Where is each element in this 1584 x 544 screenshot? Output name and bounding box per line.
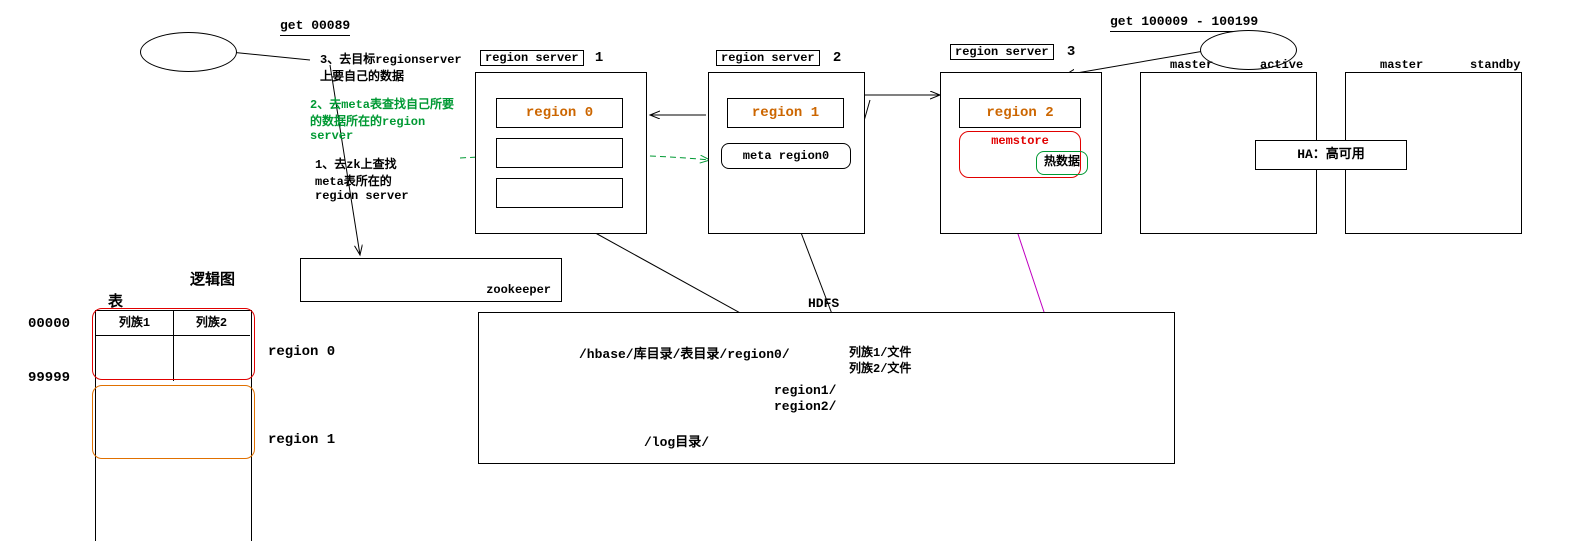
rs2-region1-label: region 1 — [752, 105, 819, 121]
hdfs-log: /log目录/ — [644, 431, 709, 450]
region-server-1: region server 1 — [480, 50, 603, 66]
region-server-3: region server 3 — [950, 44, 1075, 60]
zookeeper-box: zookeeper — [300, 258, 562, 302]
rs2-label: region server — [716, 50, 820, 66]
rs1-box: region 0 — [475, 72, 647, 234]
rs3-label: region server — [950, 44, 1054, 60]
rs2-region1: region 1 — [727, 98, 844, 128]
ha-label: HA：高可用 — [1255, 140, 1407, 170]
query-2: get 100009 - 100199 — [1110, 14, 1258, 32]
rs3-region2: region 2 — [959, 98, 1081, 128]
rs2-box: region 1 meta region0 — [708, 72, 865, 234]
region-server-2: region server 2 — [716, 50, 841, 66]
hdfs-box: /hbase/库目录/表目录/region0/ 列族1/文件 列族2/文件 re… — [478, 312, 1175, 464]
rowkey-end: 99999 — [28, 370, 70, 386]
hdfs-cf2: 列族2/文件 — [849, 359, 911, 376]
master2-label: master — [1380, 58, 1423, 72]
hdfs-r2: region2/ — [774, 399, 836, 414]
step-1-text: 1、去zk上查找 meta表所在的 region server — [315, 155, 455, 203]
master2-standby: standby — [1470, 58, 1520, 72]
rs1-region0-label: region 0 — [526, 105, 593, 121]
logical-region1-label: region 1 — [268, 432, 335, 448]
logical-region0-label: region 0 — [268, 344, 335, 360]
hotdata-box: 热数据 — [1036, 151, 1088, 175]
hdfs-r1: region1/ — [774, 383, 836, 398]
hdfs-path: /hbase/库目录/表目录/region0/ — [579, 343, 790, 362]
master1-label: master — [1170, 58, 1213, 72]
rs1-label: region server — [480, 50, 584, 66]
rs1-region0: region 0 — [496, 98, 623, 128]
rs1-num: 1 — [595, 50, 603, 66]
rs3-region2-label: region 2 — [986, 105, 1053, 121]
rs2-num: 2 — [833, 50, 841, 66]
query-1: get 00089 — [280, 18, 350, 36]
step-2-text: 2、去meta表查找自己所要 的数据所在的region server — [310, 95, 480, 143]
logical-region1-box — [92, 385, 255, 459]
logical-title: 逻辑图 — [190, 268, 235, 289]
logical-region0-box — [92, 308, 255, 380]
rs3-box: region 2 memstore 热数据 — [940, 72, 1102, 234]
zookeeper-label: zookeeper — [486, 283, 551, 297]
master1-active: active — [1260, 58, 1303, 72]
rs3-num: 3 — [1067, 44, 1075, 60]
hdfs-title: HDFS — [808, 296, 839, 311]
hdfs-cf1: 列族1/文件 — [849, 343, 911, 360]
memstore-label: memstore — [960, 134, 1080, 148]
client-ellipse-1 — [140, 32, 237, 72]
rs1-slot3 — [496, 178, 623, 208]
diagram-canvas: get 00089 get 100009 - 100199 3、去目标regio… — [0, 0, 1584, 544]
step-3-text: 3、去目标regionserver 上要自己的数据 — [320, 50, 480, 84]
rowkey-start: 00000 — [28, 316, 70, 332]
rs2-meta-region: meta region0 — [721, 143, 851, 169]
rs1-slot2 — [496, 138, 623, 168]
